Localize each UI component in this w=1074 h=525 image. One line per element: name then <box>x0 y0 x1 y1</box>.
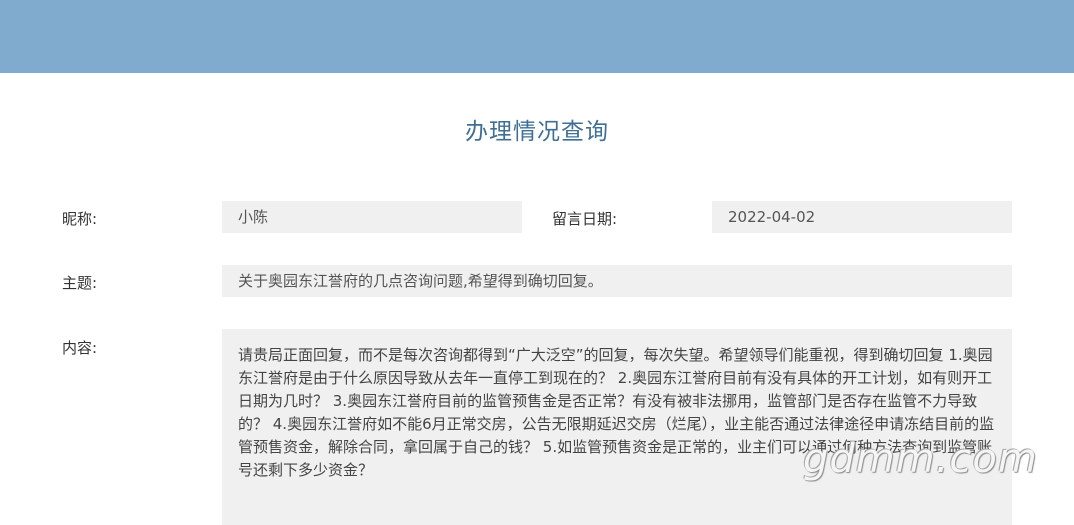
content-label: 内容: <box>62 339 98 357</box>
top-banner <box>0 0 1074 73</box>
subject-label: 主题: <box>62 274 98 292</box>
date-field: 2022-04-02 <box>712 201 1012 233</box>
page-title: 办理情况查询 <box>465 119 609 145</box>
content-field: 请贵局正面回复，而不是每次咨询都得到“广大泛空”的回复，每次失望。希望领导们能重… <box>222 329 1012 525</box>
nickname-label: 昵称: <box>62 210 98 228</box>
nickname-field: 小陈 <box>222 201 522 233</box>
date-label: 留言日期: <box>552 210 618 228</box>
subject-field: 关于奥园东江誉府的几点咨询问题,希望得到确切回复。 <box>222 265 1012 297</box>
